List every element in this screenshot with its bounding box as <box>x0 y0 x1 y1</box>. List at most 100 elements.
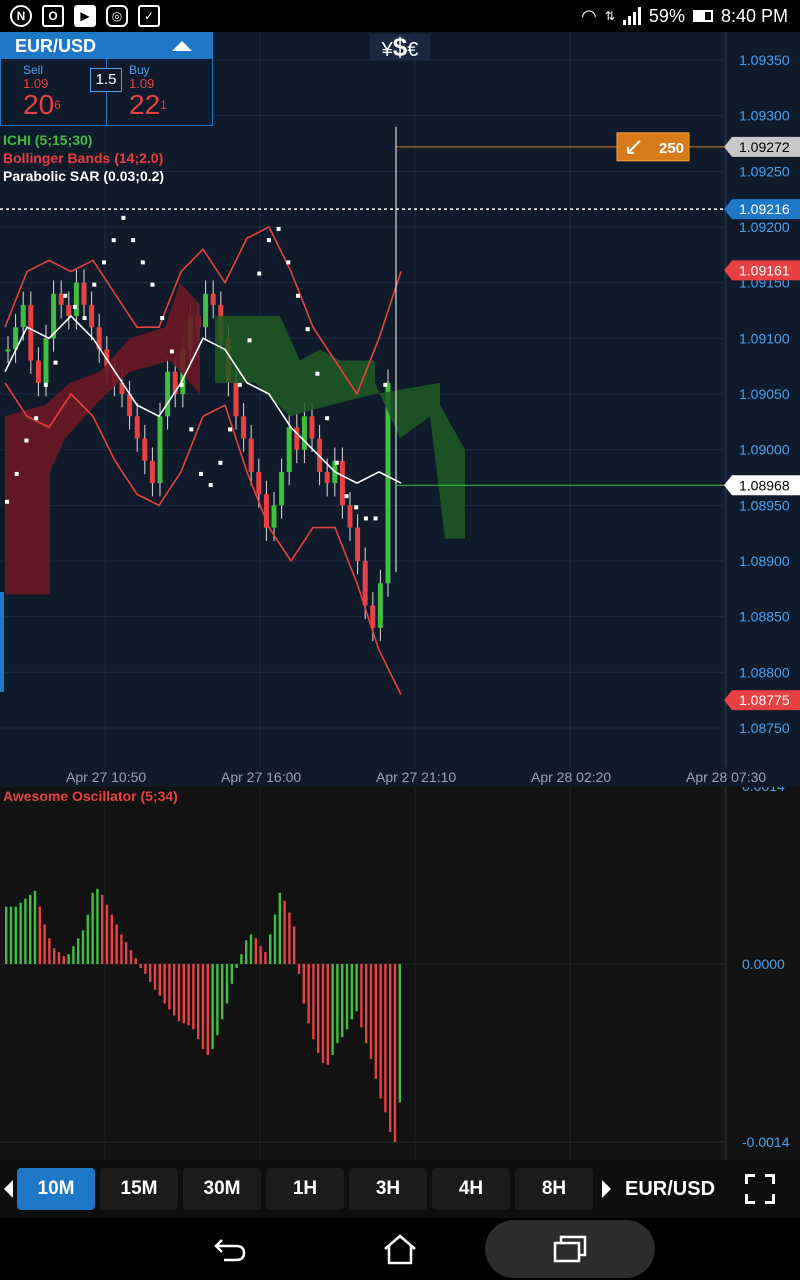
oscillator-bar <box>86 914 89 964</box>
sar-dot <box>315 371 320 376</box>
legend-psar[interactable]: Parabolic SAR (0.03;0.2) <box>3 167 164 185</box>
price-tick-label: 1.08750 <box>739 720 790 736</box>
home-button[interactable] <box>360 1218 440 1280</box>
sar-dot <box>5 499 9 504</box>
oscillator-bar <box>211 964 214 1050</box>
sar-dot <box>286 260 291 265</box>
sar-dot <box>140 260 145 265</box>
oscillator-bar <box>110 914 113 964</box>
sar-dot <box>150 282 155 287</box>
timeframe-10m-button[interactable]: 10M <box>17 1168 95 1210</box>
timeframe-3h-button[interactable]: 3H <box>349 1168 427 1210</box>
oscillator-bar <box>19 902 22 964</box>
oscillator-bar <box>134 958 137 964</box>
buy-pips: 22 <box>129 89 161 120</box>
oscillator-bar <box>283 900 286 964</box>
oscillator-bar <box>168 964 171 1010</box>
time-axis: Apr 27 10:50 Apr 27 16:00 Apr 27 21:10 A… <box>0 767 800 787</box>
sar-dot <box>72 304 77 309</box>
battery-percent: 59% <box>648 5 685 26</box>
sar-dot <box>344 494 349 499</box>
price-tick-label: 1.08950 <box>739 497 790 513</box>
scroll-right-icon[interactable] <box>602 1180 611 1198</box>
oscillator-bar <box>374 964 377 1079</box>
fullscreen-icon[interactable] <box>745 1174 776 1204</box>
sar-dot <box>43 382 48 387</box>
price-tag-label: 1.09272 <box>739 139 790 155</box>
oscillator-bar <box>230 964 233 984</box>
oscillator-bar <box>221 964 224 1020</box>
timeframe-bar: 10M 15M 30M 1H 3H 4H 8H EUR/USD <box>0 1160 800 1218</box>
recent-apps-button[interactable] <box>530 1218 610 1280</box>
sar-dot <box>199 471 203 476</box>
timeframe-8h-button[interactable]: 8H <box>515 1168 593 1210</box>
spread-value: 1.5 <box>90 68 122 92</box>
sar-dot <box>131 238 136 243</box>
oscillator-bar <box>297 964 301 974</box>
price-tick-label: 1.09000 <box>739 442 790 458</box>
scroll-left-icon[interactable] <box>4 1180 13 1198</box>
oscillator-label[interactable]: Awesome Oscillator (5;34) <box>3 788 178 804</box>
oscillator-bar <box>101 894 104 964</box>
oscillator-bar <box>326 964 329 1065</box>
sar-dot <box>276 227 281 231</box>
osc-axis-bg <box>726 787 800 1160</box>
back-button[interactable] <box>190 1218 270 1280</box>
battery-icon <box>692 10 713 22</box>
sar-dot <box>305 327 310 332</box>
indicator-legend: ICHI (5;15;30) Bollinger Bands (14;2.0) … <box>3 131 164 185</box>
buy-button[interactable]: Buy 1.09 221 <box>107 59 212 125</box>
data-arrows-icon: ⇅ <box>604 9 615 23</box>
sar-dot <box>160 316 165 321</box>
candle-body <box>324 471 330 484</box>
sar-dot <box>247 338 252 343</box>
oscillator-bar <box>9 906 13 964</box>
oscillator-bar <box>341 964 344 1038</box>
candle-body <box>203 293 209 328</box>
oscillator-bar <box>269 934 272 964</box>
oscillator-bar <box>369 964 373 1059</box>
oscillator-bar <box>120 934 123 964</box>
app-logo-icon: N <box>10 5 32 27</box>
price-tag-label: 1.09216 <box>739 201 790 217</box>
youtube-icon: ▶ <box>74 5 96 27</box>
timeframe-30m-button[interactable]: 30M <box>183 1168 261 1210</box>
oscillator-bar <box>278 892 281 964</box>
recent-apps-icon <box>553 1235 587 1263</box>
sar-dot <box>363 516 368 521</box>
timeframe-15m-button[interactable]: 15M <box>100 1168 178 1210</box>
oscillator-bar <box>91 892 94 964</box>
oscillator-canvas[interactable]: 0.0014 0.0000 -0.0014 <box>0 778 800 1160</box>
candle-body <box>339 460 345 506</box>
legend-bollinger[interactable]: Bollinger Bands (14;2.0) <box>3 149 164 167</box>
sar-dot <box>53 360 58 365</box>
time-label: Apr 28 02:20 <box>531 769 612 785</box>
ticker-header[interactable]: EUR/USD <box>1 33 212 59</box>
price-tag-label: 1.09161 <box>739 262 790 278</box>
oscillator-bar <box>153 964 157 990</box>
osc-tick-label: 0.0014 <box>742 787 785 794</box>
candle-body <box>210 293 216 305</box>
clipboard-icon: ✓ <box>138 5 160 27</box>
buy-fraction: 1 <box>160 98 167 112</box>
oscillator-bar <box>105 904 109 964</box>
sar-dot <box>325 416 330 421</box>
timeframe-4h-button[interactable]: 4H <box>432 1168 510 1210</box>
oscillator-bar <box>5 906 8 964</box>
instagram-icon: ◎ <box>106 5 128 27</box>
oscillator-bar <box>115 924 118 964</box>
oscillator-bar <box>81 930 85 964</box>
symbol-selector[interactable]: EUR/USD <box>625 1178 715 1201</box>
legend-ichimoku[interactable]: ICHI (5;15;30) <box>3 131 164 149</box>
collapse-arrow-icon[interactable] <box>172 41 192 51</box>
oscillator-bar <box>288 912 291 964</box>
timeframe-1h-button[interactable]: 1H <box>266 1168 344 1210</box>
candle-body <box>309 416 315 439</box>
sar-dot <box>14 471 19 476</box>
oscillator-bar <box>139 964 142 968</box>
sar-dot <box>257 271 262 276</box>
oscillator-bar <box>177 964 181 1022</box>
oscillator-panel[interactable]: 0.0014 0.0000 -0.0014 <box>0 778 800 1160</box>
oscillator-bar <box>48 938 51 964</box>
buy-price: 221 <box>129 91 212 119</box>
